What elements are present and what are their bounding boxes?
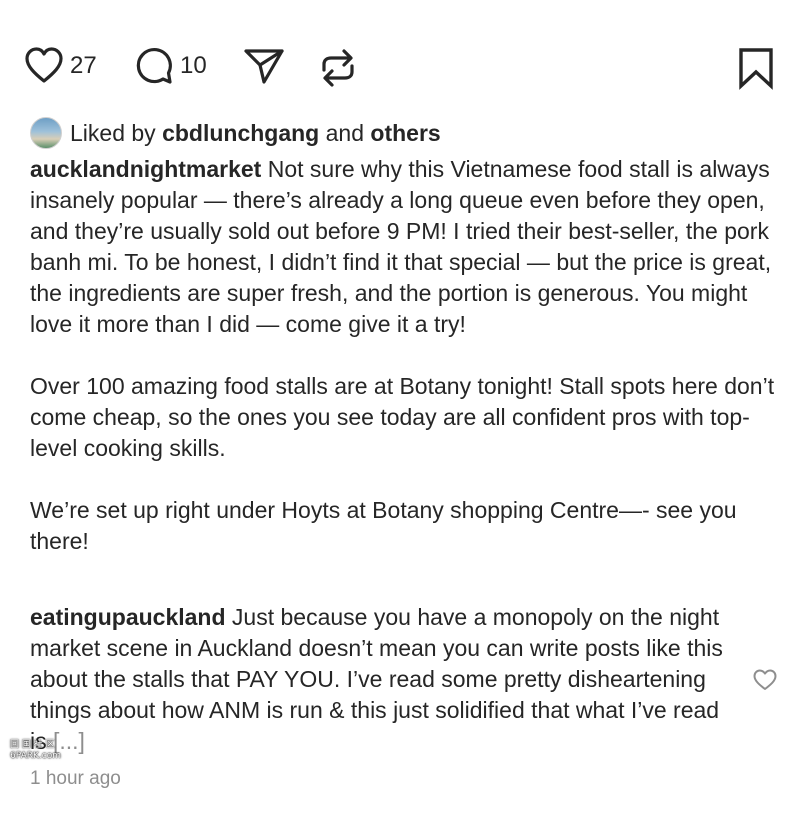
save-button[interactable]: [736, 46, 776, 95]
liked-by-middle: and: [319, 119, 371, 146]
liked-by-prefix: Liked by: [70, 119, 163, 146]
bookmark-icon[interactable]: [736, 46, 776, 90]
paper-plane-icon[interactable]: [242, 46, 286, 86]
comment-bubble-icon[interactable]: [134, 46, 174, 86]
repost-button[interactable]: [316, 46, 360, 95]
caption-paragraph: Over 100 amazing food stalls are at Bota…: [30, 373, 775, 461]
comment-action[interactable]: 10: [134, 46, 207, 86]
caption-text: Not sure why this Vietnamese food stall …: [30, 156, 772, 337]
avatar[interactable]: [30, 117, 62, 149]
liked-by-others-link[interactable]: others: [370, 120, 440, 147]
watermark-line: 6PARK.com: [10, 751, 61, 761]
comment-count[interactable]: 10: [180, 52, 207, 80]
share-button[interactable]: [242, 46, 286, 91]
liked-by-user-link[interactable]: cbdlunchgang: [162, 120, 319, 147]
like-action[interactable]: 27: [24, 46, 97, 86]
caption-username-link[interactable]: aucklandnightmarket: [30, 156, 261, 182]
comment-username-link[interactable]: eatingupauckland: [30, 604, 226, 630]
heart-icon[interactable]: [24, 46, 64, 86]
comment-like-button[interactable]: [752, 668, 778, 697]
repost-icon[interactable]: [316, 46, 360, 90]
caption-paragraph: We’re set up right under Hoyts at Botany…: [30, 497, 737, 554]
post-action-bar: 27 10: [24, 46, 780, 98]
comment-item: eatingupauckland Just because you have a…: [30, 602, 730, 757]
site-watermark: 回 国 社 区 6PARK.com: [10, 740, 90, 762]
like-count[interactable]: 27: [70, 52, 97, 80]
watermark-line: 回 国 社 区: [10, 740, 55, 750]
caption-paragraph: aucklandnightmarket Not sure why this Vi…: [30, 154, 778, 340]
comment-timestamp: 1 hour ago: [30, 768, 121, 789]
post-caption: aucklandnightmarket Not sure why this Vi…: [30, 154, 778, 557]
liked-by-row: Liked by cbdlunchgang and others: [30, 116, 441, 150]
heart-outline-icon[interactable]: [752, 668, 778, 692]
